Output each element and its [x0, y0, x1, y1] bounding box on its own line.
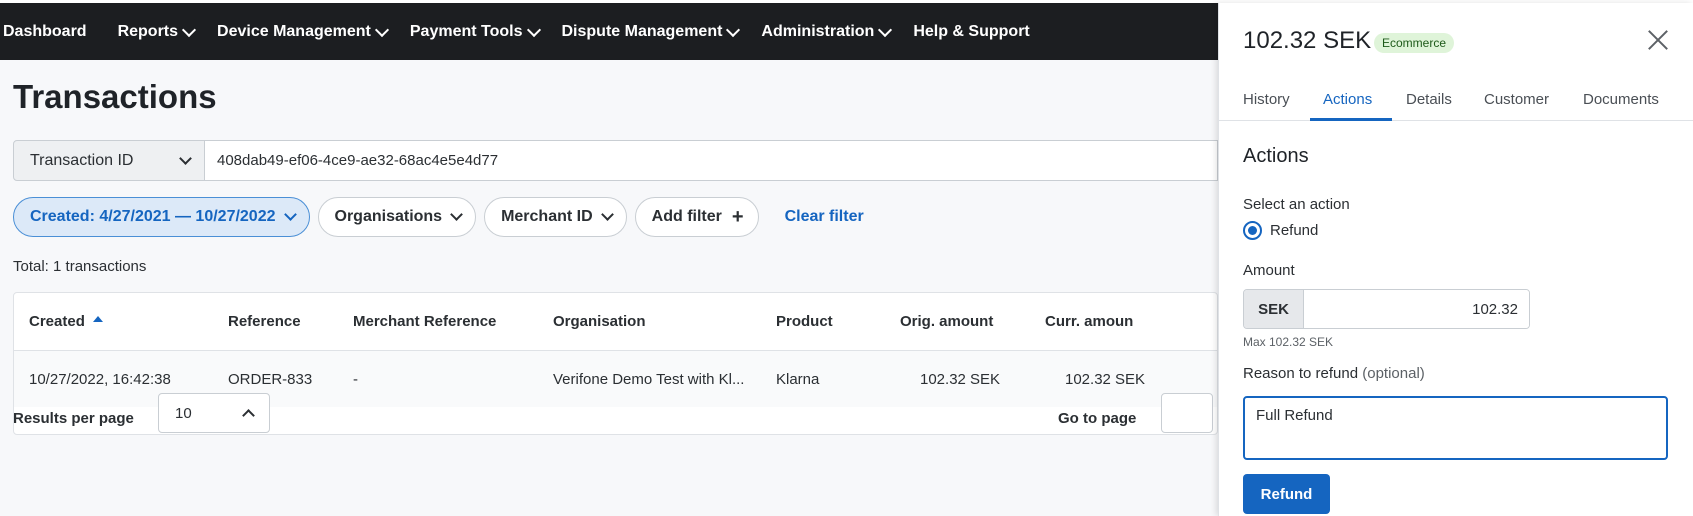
- tab-customer[interactable]: Customer: [1484, 91, 1549, 108]
- nav-item-label: Dispute Management: [561, 22, 723, 40]
- reason-textarea[interactable]: Full Refund: [1243, 396, 1668, 460]
- currency-addon: SEK: [1244, 290, 1304, 328]
- results-per-page-select[interactable]: 10: [158, 393, 270, 433]
- search-input[interactable]: [205, 140, 1218, 181]
- search-type-select[interactable]: Transaction ID: [13, 140, 205, 181]
- nav-item-help-support[interactable]: Help & Support: [913, 23, 1029, 41]
- nav-item-label: Administration: [761, 22, 875, 40]
- refund-button[interactable]: Refund: [1243, 474, 1330, 514]
- column-header-product[interactable]: Product: [776, 293, 833, 350]
- reason-label-text: Reason to refund: [1243, 365, 1359, 382]
- active-tab-indicator: [1310, 118, 1392, 121]
- organisations-filter[interactable]: Organisations: [317, 197, 477, 237]
- cell-organisation: Verifone Demo Test with Kl...: [553, 370, 745, 388]
- plus-icon: +: [731, 206, 744, 228]
- merchant-id-filter-label: Merchant ID: [501, 208, 593, 225]
- add-filter-label: Add filter: [651, 208, 722, 225]
- chevron-down-icon: [600, 208, 614, 221]
- panel-amount: 102.32 SEK: [1243, 27, 1372, 54]
- column-header-created[interactable]: Created: [29, 293, 103, 350]
- nav-item-device-management[interactable]: Device Management: [217, 22, 389, 41]
- column-header-merchant-reference[interactable]: Merchant Reference: [353, 293, 496, 350]
- amount-input[interactable]: [1304, 290, 1529, 328]
- go-to-page-input[interactable]: [1161, 393, 1213, 433]
- add-filter-button[interactable]: Add filter +: [634, 197, 759, 237]
- filter-bar: Created: 4/27/2021 — 10/27/2022 Organisa…: [13, 197, 864, 237]
- created-date-filter-label: Created: 4/27/2021 — 10/27/2022: [30, 208, 276, 225]
- channel-badge: Ecommerce: [1374, 33, 1455, 53]
- chevron-down-icon: [374, 22, 389, 37]
- nav-item-reports[interactable]: Reports: [117, 22, 197, 41]
- chevron-down-icon: [181, 22, 197, 37]
- total-count: Total: 1 transactions: [13, 258, 147, 275]
- nav-item-dashboard[interactable]: Dashboard: [3, 23, 87, 41]
- merchant-id-filter[interactable]: Merchant ID: [484, 197, 627, 237]
- results-per-page-label: Results per page: [13, 410, 134, 427]
- chevron-up-icon: [242, 409, 255, 422]
- nav-item-payment-tools[interactable]: Payment Tools: [409, 22, 541, 41]
- cell-orig-amount: 102.32 SEK: [920, 370, 1001, 388]
- nav-item-label: Dashboard: [3, 22, 87, 40]
- chevron-down-icon: [726, 22, 741, 37]
- tab-details[interactable]: Details: [1406, 91, 1452, 108]
- chevron-down-icon: [878, 22, 893, 37]
- section-title: Actions: [1243, 145, 1309, 167]
- refund-radio-option[interactable]: Refund: [1243, 221, 1318, 240]
- tab-history[interactable]: History: [1243, 91, 1290, 108]
- reason-label: Reason to refund (optional): [1243, 365, 1425, 382]
- cell-product: Klarna: [776, 370, 820, 388]
- select-action-label: Select an action: [1243, 196, 1350, 213]
- clear-filter-link[interactable]: Clear filter: [785, 208, 864, 226]
- sort-ascending-icon: [92, 315, 103, 322]
- chevron-down-icon: [450, 208, 463, 221]
- column-header-reference[interactable]: Reference: [228, 293, 301, 350]
- radio-selected-icon: [1243, 221, 1262, 240]
- table-header: Created Reference Merchant Reference Org…: [14, 293, 1217, 351]
- search-row: Transaction ID: [13, 140, 1218, 181]
- main-nav: Dashboard Reports Device Management Paym…: [0, 3, 1030, 60]
- tab-documents[interactable]: Documents: [1583, 91, 1659, 108]
- column-header-curr-amount[interactable]: Curr. amoun: [1045, 293, 1133, 350]
- results-per-page-value: 10: [175, 404, 192, 422]
- nav-item-label: Device Management: [217, 22, 371, 40]
- cell-curr-amount: 102.32 SEK: [1065, 370, 1146, 388]
- chevron-down-icon: [526, 22, 541, 37]
- go-to-page-label: Go to page: [1058, 410, 1137, 427]
- transaction-detail-panel: 102.32 SEK Ecommerce History Actions Det…: [1218, 3, 1693, 516]
- tab-actions[interactable]: Actions: [1323, 91, 1372, 108]
- column-header-label: Created: [29, 313, 85, 330]
- radio-label: Refund: [1270, 222, 1319, 239]
- amount-label: Amount: [1243, 262, 1295, 279]
- created-date-filter[interactable]: Created: 4/27/2021 — 10/27/2022: [13, 197, 310, 237]
- nav-item-dispute-management[interactable]: Dispute Management: [561, 22, 741, 41]
- max-amount-hint: Max 102.32 SEK: [1243, 335, 1334, 349]
- transactions-page: Transactions Transaction ID Created: 4/2…: [0, 60, 1218, 516]
- radio-dot: [1248, 226, 1257, 235]
- optional-hint: (optional): [1362, 365, 1425, 382]
- close-icon[interactable]: [1647, 29, 1669, 51]
- column-header-organisation[interactable]: Organisation: [553, 293, 646, 350]
- page-title: Transactions: [13, 78, 217, 115]
- column-header-orig-amount[interactable]: Orig. amount: [900, 293, 993, 350]
- cell-merchant-reference: -: [353, 370, 358, 388]
- organisations-filter-label: Organisations: [334, 208, 443, 225]
- amount-field: SEK: [1243, 289, 1530, 329]
- search-type-value: Transaction ID: [30, 151, 134, 169]
- nav-item-label: Reports: [117, 22, 179, 40]
- chevron-down-icon: [179, 151, 192, 165]
- nav-item-administration[interactable]: Administration: [761, 22, 893, 41]
- panel-tabs: History Actions Details Customer Documen…: [1219, 79, 1693, 121]
- nav-item-label: Help & Support: [913, 22, 1030, 40]
- nav-item-label: Payment Tools: [409, 22, 523, 40]
- cell-created: 10/27/2022, 16:42:38: [29, 370, 171, 388]
- chevron-down-icon: [283, 208, 297, 221]
